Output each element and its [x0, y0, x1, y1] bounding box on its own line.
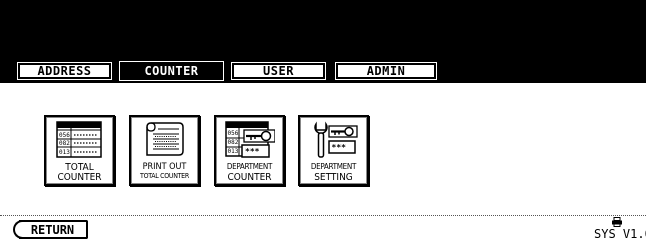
tab-counter-label: COUNTER — [144, 64, 199, 78]
dept-code-text: *** — [245, 147, 260, 156]
tab-bar-divider — [0, 83, 646, 87]
tab-admin-label: ADMIN — [366, 64, 406, 78]
printout-icon — [146, 122, 184, 156]
department-setting-label-2: SETTING — [314, 172, 353, 183]
footer-divider — [0, 215, 646, 216]
setting-code-text: *** — [332, 143, 347, 152]
dept-icon-row-2: 082 — [228, 139, 239, 146]
department-setting-button[interactable]: *** DEPARTMENT SETTING — [298, 115, 369, 186]
print-out-label-1: PRINT OUT — [142, 162, 187, 172]
tab-address-label: ADDRESS — [37, 64, 92, 78]
return-button[interactable]: RETURN — [13, 220, 88, 239]
department-counter-icon: 056 082 013 *** — [225, 121, 275, 158]
total-counter-button[interactable]: 056 082 013 TOTAL COUNTER — [44, 115, 115, 186]
return-button-label: RETURN — [30, 222, 75, 237]
icon-row-2: 082 — [59, 140, 70, 147]
tab-counter[interactable]: COUNTER — [119, 61, 224, 81]
counter-table-icon: 056 082 013 — [56, 121, 102, 158]
dept-icon-row-1: 056 — [228, 130, 239, 137]
department-counter-label-2: COUNTER — [227, 172, 272, 183]
tab-user-label: USER — [263, 64, 294, 78]
icon-row-3: 013 — [59, 149, 70, 156]
department-setting-label-1: DEPARTMENT — [310, 162, 357, 171]
print-out-total-counter-button[interactable]: PRINT OUT TOTAL COUNTER — [129, 115, 200, 186]
department-key-icon: *** — [314, 121, 358, 158]
system-info: SYS V1.0 — [594, 217, 646, 241]
print-out-label-2: TOTAL COUNTER — [140, 172, 189, 180]
department-counter-label-1: DEPARTMENT — [226, 162, 273, 171]
icon-row-1: 056 — [59, 132, 70, 139]
total-counter-label-2: COUNTER — [57, 172, 102, 183]
dept-icon-row-3: 013 — [228, 148, 239, 155]
system-version: SYS V1.0 — [594, 227, 646, 241]
printer-icon — [612, 217, 622, 227]
tab-admin[interactable]: ADMIN — [335, 62, 437, 80]
tab-address[interactable]: ADDRESS — [17, 62, 112, 80]
tab-user[interactable]: USER — [231, 62, 326, 80]
department-counter-button[interactable]: 056 082 013 *** DEPARTMENT COUNTER — [214, 115, 285, 186]
tab-bar: ADDRESS COUNTER USER ADMIN — [0, 60, 646, 83]
